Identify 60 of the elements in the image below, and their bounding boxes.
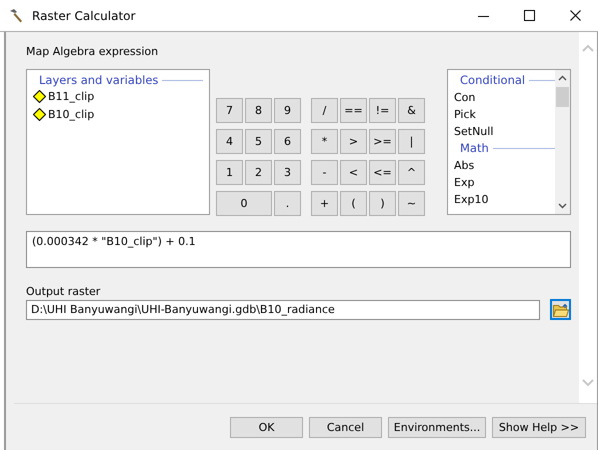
scroll-up-icon[interactable] <box>558 75 567 81</box>
key-button[interactable]: ) <box>369 191 396 216</box>
key-button[interactable]: 4 <box>216 129 243 154</box>
function-list[interactable]: Conditional Con Pick SetNull Math Abs Exp Exp10 <box>447 69 571 215</box>
expression-field[interactable]: (0.000342 * "B10_clip") + 0.1 <box>26 231 571 268</box>
function-item[interactable]: SetNull <box>454 123 494 140</box>
group-heading: Layers and variables <box>39 73 158 87</box>
key-button[interactable]: 5 <box>245 129 272 154</box>
folder-icon <box>552 302 568 316</box>
function-item[interactable]: Exp10 <box>454 191 488 208</box>
layer-item[interactable]: B10_clip <box>48 108 94 120</box>
expression-label: Map Algebra expression <box>26 45 160 58</box>
key-button[interactable]: != <box>369 98 396 123</box>
key-button[interactable]: 6 <box>274 129 301 154</box>
key-button[interactable]: 3 <box>274 160 301 185</box>
diamond-icon <box>33 90 46 102</box>
key-button[interactable]: * <box>311 129 338 154</box>
key-button[interactable]: | <box>398 129 425 154</box>
close-icon[interactable] <box>570 10 582 22</box>
key-button[interactable]: ~ <box>398 191 425 216</box>
key-button[interactable]: 9 <box>274 98 301 123</box>
dialog-button[interactable]: Environments... <box>388 416 486 438</box>
scroll-thumb[interactable] <box>556 87 569 107</box>
group-heading: Math <box>460 140 489 157</box>
key-button[interactable]: 8 <box>245 98 272 123</box>
hammer-icon <box>8 8 24 24</box>
function-item[interactable]: Con <box>454 89 476 106</box>
layers-list[interactable]: Layers and variables B11_clip B10_clip <box>26 69 210 215</box>
key-button[interactable]: / <box>311 98 338 123</box>
function-item[interactable]: Abs <box>454 157 474 174</box>
dialog-button[interactable]: Show Help >> <box>492 416 586 438</box>
dialog-button[interactable]: OK <box>230 416 303 438</box>
key-button[interactable]: > <box>340 129 367 154</box>
function-item[interactable]: Pick <box>454 106 476 123</box>
key-button[interactable]: == <box>340 98 367 123</box>
key-button[interactable]: + <box>311 191 338 216</box>
key-button[interactable]: . <box>274 191 301 216</box>
layer-item[interactable]: B11_clip <box>48 90 94 102</box>
browse-button[interactable] <box>550 299 571 320</box>
key-button[interactable]: ( <box>340 191 367 216</box>
key-button[interactable]: 0 <box>216 191 272 216</box>
key-button[interactable]: <= <box>369 160 396 185</box>
group-heading: Conditional <box>460 72 526 89</box>
scroll-down-icon[interactable] <box>558 203 567 209</box>
diamond-icon <box>33 108 46 120</box>
key-button[interactable]: ^ <box>398 160 425 185</box>
maximize-icon[interactable] <box>524 10 536 22</box>
window-title: Raster Calculator <box>32 8 136 22</box>
function-item[interactable]: Exp <box>454 174 474 191</box>
key-button[interactable]: 7 <box>216 98 243 123</box>
key-button[interactable]: >= <box>369 129 396 154</box>
output-label: Output raster <box>26 285 102 298</box>
key-button[interactable]: < <box>340 160 367 185</box>
key-button[interactable]: & <box>398 98 425 123</box>
key-button[interactable]: 1 <box>216 160 243 185</box>
scrollbar[interactable] <box>555 70 570 214</box>
output-field[interactable]: D:\UHI Banyuwangi\UHI-Banyuwangi.gdb\B10_radiance <box>26 300 540 320</box>
key-button[interactable]: 2 <box>245 160 272 185</box>
key-button[interactable]: - <box>311 160 338 185</box>
dialog-button[interactable]: Cancel <box>309 416 382 438</box>
